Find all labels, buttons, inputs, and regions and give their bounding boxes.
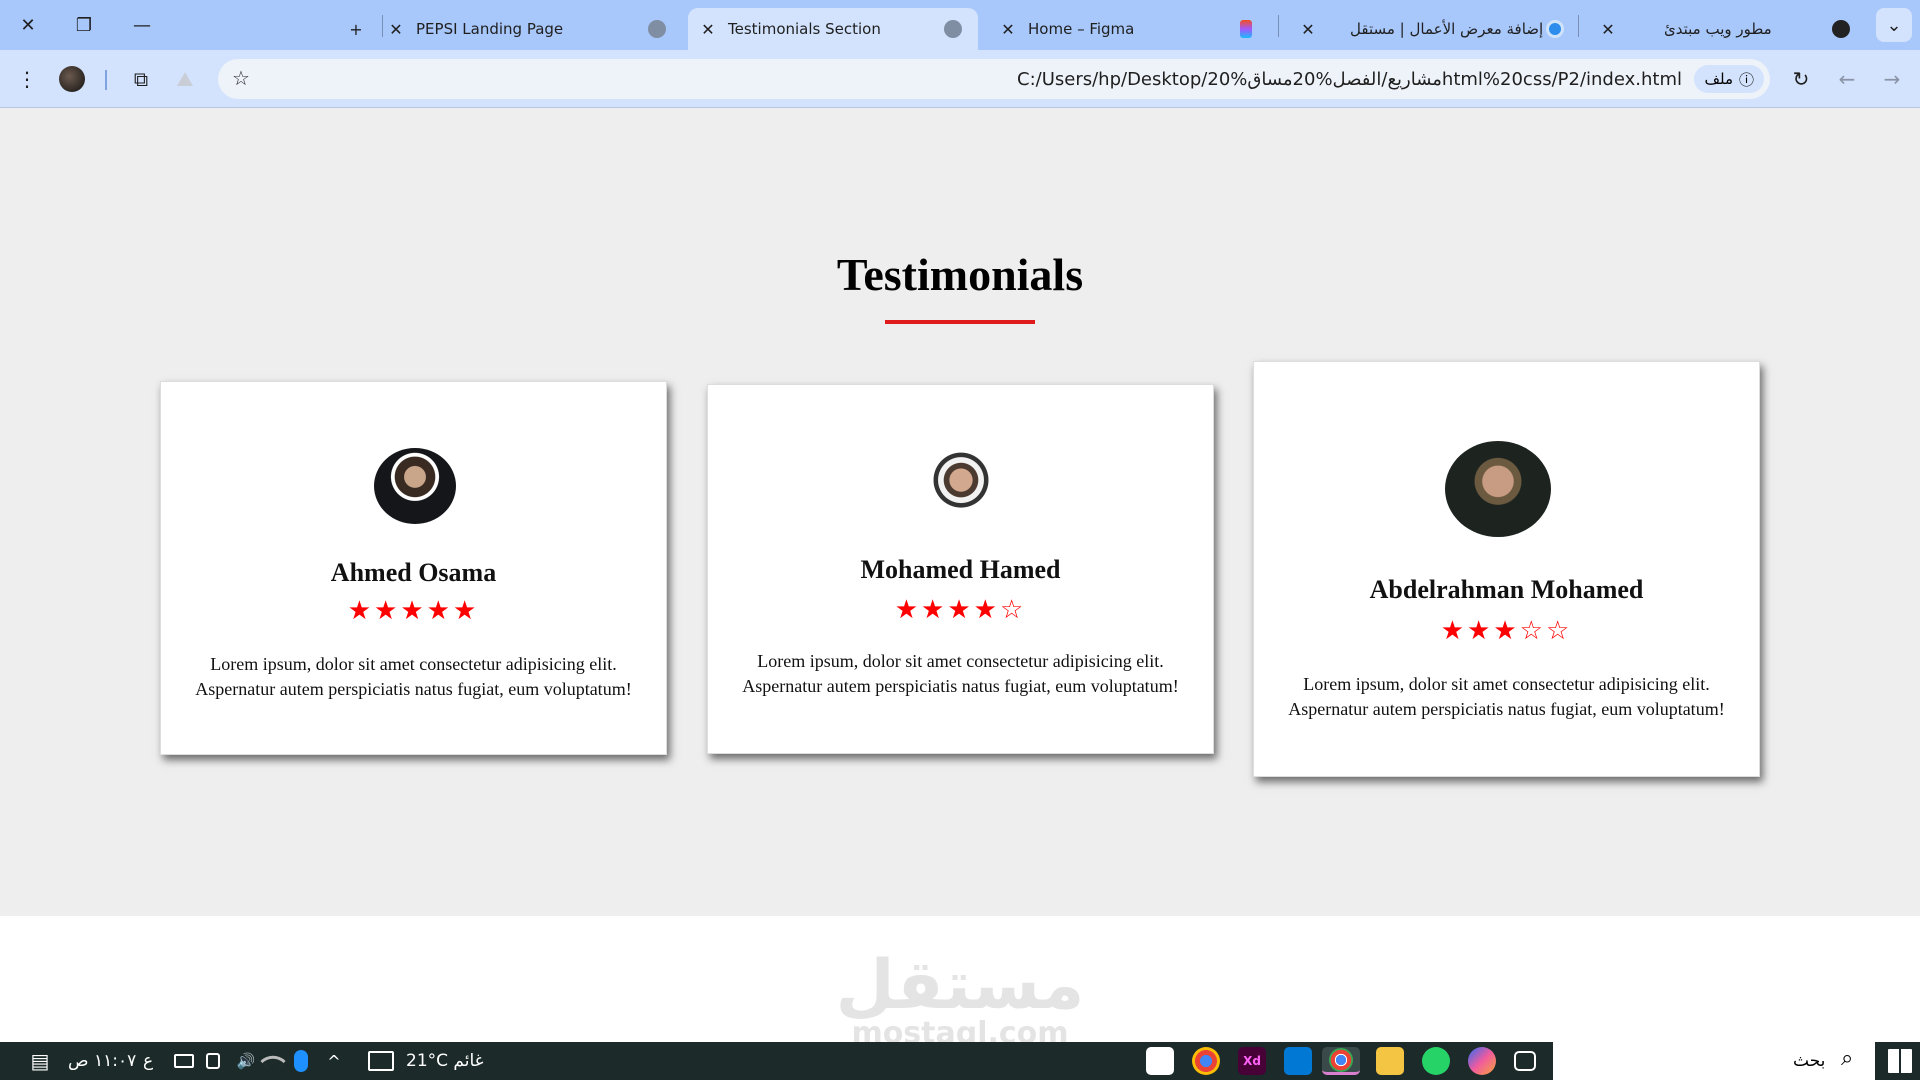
testimonials-page: Testimonials Ahmed Osama ★★★★★ Lorem ips… <box>0 108 1920 916</box>
star-rating: ★★★☆☆ <box>1440 616 1573 646</box>
file-explorer-icon[interactable] <box>1376 1047 1404 1075</box>
search-label: بحث <box>1793 1051 1826 1071</box>
page-title: Testimonials <box>836 249 1084 300</box>
tab-close-icon[interactable]: ✕ <box>1294 20 1322 39</box>
avatar <box>374 448 456 524</box>
device-icon[interactable] <box>206 1053 220 1069</box>
copilot-icon[interactable] <box>1468 1047 1496 1075</box>
taskbar: ▤ ١١:٠٧ ص ع 🔊 ^ 21°C غائم Xd بحث ⌕ <box>0 1042 1920 1080</box>
tab-web-developer[interactable]: ✕ مطور ويب مبتدئ <box>1588 8 1864 50</box>
testimonial-card: Mohamed Hamed ★★★★☆ Lorem ipsum, dolor s… <box>707 384 1214 754</box>
address-bar[interactable]: ☆ C:/Users/hp/Desktop/مشاريع/الفصل%20مسا… <box>218 59 1770 99</box>
adobe-xd-icon[interactable]: Xd <box>1238 1047 1266 1075</box>
tab-title: PEPSI Landing Page <box>416 20 564 38</box>
restore-window-icon[interactable]: ❐ <box>64 8 104 42</box>
tab-close-icon[interactable]: ✕ <box>694 20 722 39</box>
mostaql-watermark-logo: مستقل <box>835 946 1085 1025</box>
weather-widget[interactable]: 21°C غائم <box>406 1051 484 1071</box>
battery-icon[interactable] <box>174 1054 194 1068</box>
photos-icon[interactable] <box>1146 1047 1174 1075</box>
extensions-icon[interactable]: ⧉ <box>124 62 158 96</box>
tab-pepsi-landing[interactable]: + ✕ PEPSI Landing Page <box>348 8 678 50</box>
info-icon: ⓘ <box>1738 70 1754 89</box>
start-windows-icon[interactable] <box>1888 1049 1912 1073</box>
wifi-icon[interactable] <box>260 1048 286 1074</box>
reload-icon[interactable]: ↻ <box>1784 62 1818 96</box>
tab-home-figma[interactable]: ✕ Home – Figma <box>988 8 1278 50</box>
tab-close-icon[interactable]: ✕ <box>994 20 1022 39</box>
testimonial-name: Abdelrahman Mohamed <box>1369 575 1644 604</box>
forward-arrow-icon[interactable]: → <box>1875 62 1909 96</box>
close-window-icon[interactable]: ✕ <box>8 8 48 42</box>
browser-tab-strip: ✕ ❐ — + ✕ PEPSI Landing Page ✕ Testimoni… <box>0 0 1920 50</box>
tab-title: Testimonials Section <box>728 20 881 38</box>
tab-testimonials-section[interactable]: ✕ Testimonials Section <box>688 8 978 50</box>
bookmark-star-icon[interactable]: ☆ <box>232 66 250 91</box>
bluetooth-icon[interactable] <box>294 1050 308 1072</box>
whatsapp-icon[interactable] <box>1422 1047 1450 1075</box>
figma-icon <box>1240 20 1252 38</box>
back-arrow-icon[interactable]: ← <box>1830 62 1864 96</box>
clock[interactable]: ١١:٠٧ ص <box>68 1051 136 1071</box>
chrome-profile-icon[interactable] <box>1192 1047 1220 1075</box>
testimonial-text: Lorem ipsum, dolor sit amet consectetur … <box>195 654 632 699</box>
new-tab-icon[interactable]: + <box>342 20 370 39</box>
mostaql-icon <box>1546 20 1564 38</box>
chrome-icon[interactable] <box>1322 1047 1360 1075</box>
vscode-icon[interactable] <box>1284 1047 1312 1075</box>
site-info-chip[interactable]: ملف ⓘ <box>1694 65 1764 93</box>
avatar <box>1445 441 1551 537</box>
toolbar-divider <box>105 70 107 90</box>
testimonial-name: Ahmed Osama <box>330 558 497 587</box>
testimonial-card: Ahmed Osama ★★★★★ Lorem ipsum, dolor sit… <box>160 381 667 755</box>
profile-avatar[interactable] <box>55 62 89 96</box>
taskbar-search[interactable]: بحث ⌕ <box>1553 1042 1875 1080</box>
show-hidden-icons-chevron-icon[interactable]: ^ <box>320 1047 348 1075</box>
tab-title: إضافة معرض الأعمال | مستقل <box>1350 20 1544 38</box>
tab-title: Home – Figma <box>1028 20 1135 38</box>
globe-icon <box>944 20 962 38</box>
search-icon: ⌕ <box>1841 1046 1854 1071</box>
site-info-label: ملف <box>1704 70 1733 88</box>
openai-icon <box>1832 20 1850 38</box>
task-view-icon[interactable] <box>1514 1051 1536 1071</box>
testimonial-card: Abdelrahman Mohamed ★★★☆☆ Lorem ipsum, d… <box>1253 361 1760 777</box>
tab-mostaql-portfolio[interactable]: ✕ إضافة معرض الأعمال | مستقل <box>1288 8 1578 50</box>
browser-toolbar: ⋮ ⧉ ☆ C:/Users/hp/Desktop/مشاريع/الفصل%2… <box>0 50 1920 108</box>
avatar <box>924 449 998 523</box>
globe-icon <box>648 20 666 38</box>
testimonial-text: Lorem ipsum, dolor sit amet consectetur … <box>742 651 1179 696</box>
testimonial-name: Mohamed Hamed <box>860 555 1061 584</box>
volume-icon[interactable]: 🔊 <box>232 1047 260 1075</box>
tab-close-icon[interactable]: ✕ <box>1594 20 1622 39</box>
tab-list-chevron-icon[interactable]: ⌄ <box>1876 8 1912 42</box>
star-rating: ★★★★☆ <box>894 595 1027 625</box>
address-url[interactable]: C:/Users/hp/Desktop/مشاريع/الفصل%20مساق%… <box>1017 69 1682 90</box>
notifications-icon[interactable]: ▤ <box>26 1047 54 1075</box>
tab-close-icon[interactable]: ✕ <box>382 20 410 39</box>
title-underline <box>885 320 1035 324</box>
minimize-window-icon[interactable]: — <box>122 8 162 42</box>
more-menu-icon[interactable]: ⋮ <box>10 62 44 96</box>
drive-icon[interactable] <box>168 62 202 96</box>
tab-title: مطور ويب مبتدئ <box>1664 20 1772 38</box>
page-footer: مستقل mostaql.com <box>0 916 1920 1051</box>
input-language[interactable]: ع <box>143 1051 153 1071</box>
testimonial-text: Lorem ipsum, dolor sit amet consectetur … <box>1288 674 1725 719</box>
star-rating: ★★★★★ <box>347 596 480 626</box>
news-widget-icon[interactable] <box>368 1051 394 1071</box>
